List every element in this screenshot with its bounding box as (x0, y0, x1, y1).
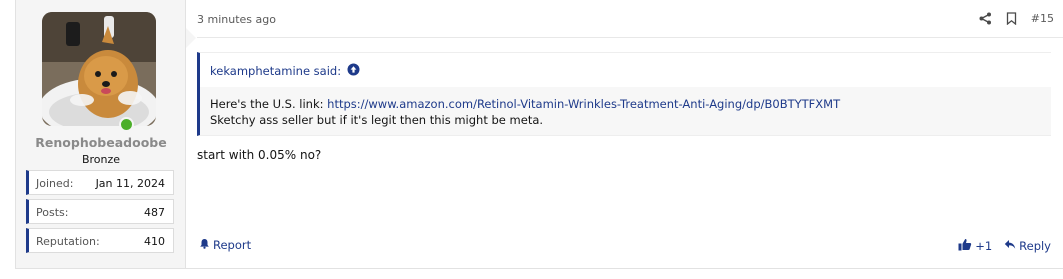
report-button[interactable]: Report (199, 238, 251, 252)
stat-joined: Joined: Jan 11, 2024 (26, 170, 174, 195)
online-status-indicator (119, 117, 134, 132)
reaction-button[interactable]: +1 (958, 238, 992, 254)
post-main: 3 minutes ago #15 kekamphetamine said: H… (197, 0, 1063, 268)
share-icon[interactable] (979, 12, 992, 25)
quote-author: kekamphetamine said: (210, 64, 342, 78)
stat-label: Joined: (36, 177, 74, 190)
reply-label: Reply (1019, 239, 1051, 253)
post-footer: Report +1 Reply (197, 236, 1063, 256)
quote-line-1: Here's the U.S. link: https://www.amazon… (210, 96, 1041, 112)
reply-button[interactable]: Reply (1004, 239, 1051, 253)
user-title: Bronze (81, 153, 121, 166)
user-sidebar: Renophobeadoobe Bronze Joined: Jan 11, 2… (16, 0, 186, 268)
quote-block: kekamphetamine said: Here's the U.S. lin… (197, 52, 1051, 136)
post-number[interactable]: #15 (1031, 12, 1054, 25)
user-stats: Joined: Jan 11, 2024 Posts: 487 Reputati… (26, 170, 174, 257)
report-label: Report (213, 238, 252, 252)
stat-value: 487 (144, 206, 165, 219)
avatar[interactable] (42, 12, 156, 126)
stat-label: Posts: (36, 206, 69, 219)
quote-author-link[interactable]: kekamphetamine said: (210, 63, 360, 79)
quote-text-prefix: Here's the U.S. link: (210, 97, 328, 111)
bell-icon (199, 238, 210, 252)
stat-label: Reputation: (36, 235, 100, 248)
bookmark-icon[interactable] (1006, 12, 1017, 25)
stat-value: 410 (144, 235, 165, 248)
username[interactable]: Renophobeadoobe (16, 135, 186, 150)
quote-arrow-up-icon[interactable] (347, 63, 360, 79)
quote-body: Here's the U.S. link: https://www.amazon… (200, 87, 1051, 135)
quote-header: kekamphetamine said: (200, 53, 1051, 87)
post-header-actions: #15 (979, 12, 1054, 25)
post-actions: +1 Reply (958, 238, 1051, 254)
thumbs-up-icon (958, 238, 972, 254)
stat-posts: Posts: 487 (26, 199, 174, 224)
user-cell-arrow (186, 28, 196, 48)
forum-post: Renophobeadoobe Bronze Joined: Jan 11, 2… (15, 0, 1063, 269)
quote-line-2: Sketchy ass seller but if it's legit the… (210, 113, 544, 127)
quote-link[interactable]: https://www.amazon.com/Retinol-Vitamin-W… (327, 97, 840, 111)
post-message: start with 0.05% no? (197, 148, 322, 162)
stat-value: Jan 11, 2024 (95, 177, 165, 190)
reaction-count: +1 (975, 239, 993, 253)
stat-reputation: Reputation: 410 (26, 228, 174, 253)
reply-icon (1004, 239, 1016, 253)
post-header: 3 minutes ago #15 (197, 0, 1063, 38)
avatar-container[interactable] (42, 12, 156, 132)
post-time[interactable]: 3 minutes ago (197, 13, 276, 26)
